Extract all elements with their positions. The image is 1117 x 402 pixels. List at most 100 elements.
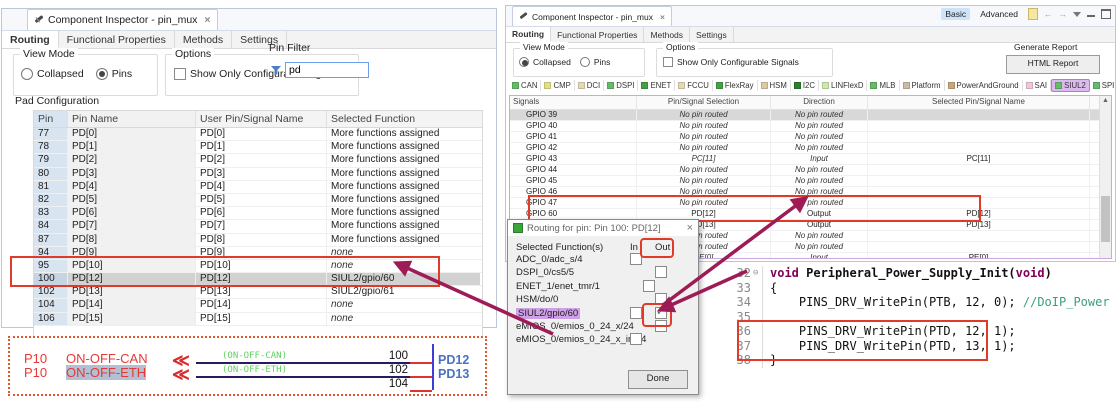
function-label[interactable]: eMIOS_0/emios_0_24_x_in/24 [516, 334, 646, 345]
tab-methods[interactable]: Methods [175, 31, 232, 48]
tab-routing[interactable]: Routing [506, 27, 551, 42]
view-menu-icon[interactable] [1073, 12, 1081, 17]
forward-arrow-icon[interactable]: → [1059, 9, 1068, 19]
table-row[interactable]: 77PD[0]PD[0]More functions assigned [34, 128, 482, 141]
table-row[interactable]: 87PD[8]PD[8]More functions assigned [34, 234, 482, 247]
minimize-icon[interactable] [1087, 12, 1095, 17]
scrollbar-thumb[interactable] [1101, 196, 1110, 242]
dialog-function-row: eMIOS_0/emios_0_24_x_in/24 [516, 334, 690, 346]
show-only-configurable-checkbox[interactable]: Show Only Configurable Signals [663, 57, 799, 67]
function-label[interactable]: ENET_1/enet_tmr/1 [516, 281, 600, 292]
column-header-pin[interactable]: Pin [34, 111, 68, 127]
code-token: PINS_DRV_WritePin(PTD, 12, 1); [770, 324, 1016, 338]
left-view-tab[interactable]: Component Inspector - pin_mux × [27, 9, 218, 30]
table-row[interactable]: 83PD[6]PD[6]More functions assigned [34, 207, 482, 220]
basic-button[interactable]: Basic [941, 8, 970, 20]
signal-tab-fccu[interactable]: FCCU [675, 80, 713, 91]
table-row[interactable]: GPIO 47No pin routedNo pin routed [510, 198, 1111, 209]
table-row[interactable]: 100PD[12]PD[12]SIUL2/gpio/60 [34, 273, 482, 286]
out-checkbox[interactable] [655, 293, 667, 305]
table-row[interactable]: 81PD[4]PD[4]More functions assigned [34, 181, 482, 194]
table-row[interactable]: 106PD[15]PD[15]none [34, 313, 482, 326]
html-report-button[interactable]: HTML Report [1006, 55, 1100, 74]
advanced-button[interactable]: Advanced [976, 8, 1022, 20]
table-row[interactable]: 82PD[5]PD[5]More functions assigned [34, 194, 482, 207]
table-row[interactable]: 84PD[7]PD[7]More functions assigned [34, 220, 482, 233]
maximize-icon[interactable] [1101, 9, 1111, 19]
fold-marker-icon[interactable]: ⊖ [753, 266, 762, 281]
table-row[interactable]: GPIO 46No pin routedNo pin routed [510, 187, 1111, 198]
collapsed-radio[interactable]: Collapsed [21, 68, 84, 80]
table-row[interactable]: 104PD[14]PD[14]none [34, 299, 482, 312]
table-row[interactable]: GPIO 44No pin routedNo pin routed [510, 165, 1111, 176]
column-header-pin-name[interactable]: Pin Name [68, 111, 196, 127]
column-header-user-pin-signal-name[interactable]: User Pin/Signal Name [196, 111, 327, 127]
in-checkbox[interactable] [630, 253, 642, 265]
function-label[interactable]: HSM/do/0 [516, 294, 558, 305]
signal-tab-linflexd[interactable]: LINFlexD [819, 80, 868, 91]
vertical-scrollbar[interactable]: ▲ [1099, 96, 1111, 258]
column-header-signals[interactable]: Signals [510, 96, 637, 109]
signal-tab-sai[interactable]: SAI [1023, 80, 1052, 91]
table-row[interactable]: 79PD[2]PD[2]More functions assigned [34, 154, 482, 167]
in-checkbox[interactable] [630, 333, 642, 345]
signal-tab-dci[interactable]: DCI [575, 80, 604, 91]
tab-functional-properties[interactable]: Functional Properties [551, 27, 644, 42]
tab-settings[interactable]: Settings [690, 27, 734, 42]
table-row[interactable]: GPIO 42No pin routedNo pin routed [510, 143, 1111, 154]
signal-tab-can[interactable]: CAN [509, 80, 541, 91]
signal-tab-flexray[interactable]: FlexRay [713, 80, 758, 91]
out-checkbox[interactable] [655, 320, 667, 332]
dialog-titlebar[interactable]: Routing for pin: Pin 100: PD[12] × [508, 220, 698, 236]
pins-radio[interactable]: Pins [580, 57, 611, 67]
function-label[interactable]: DSPI_0/cs5/5 [516, 267, 574, 278]
tab-functional-properties[interactable]: Functional Properties [59, 31, 175, 48]
signal-tab-spi[interactable]: SPI [1090, 80, 1117, 91]
tab-routing[interactable]: Routing [2, 31, 59, 48]
close-icon[interactable]: × [687, 222, 693, 234]
tab-methods[interactable]: Methods [644, 27, 690, 42]
back-arrow-icon[interactable]: ← [1044, 9, 1053, 19]
signal-tab-hsm[interactable]: HSM [758, 80, 791, 91]
table-row[interactable]: 102PD[13]PD[13]SIUL2/gpio/61 [34, 286, 482, 299]
signal-tab-i2c[interactable]: I2C [791, 80, 819, 91]
column-header-selected-pin-signal-name[interactable]: Selected Pin/Signal Name [868, 96, 1090, 109]
close-icon[interactable]: × [204, 14, 210, 26]
in-checkbox[interactable] [630, 307, 642, 319]
signal-tab-enet[interactable]: ENET [638, 80, 675, 91]
scroll-up-arrow[interactable]: ▲ [1100, 96, 1111, 106]
signal-tab-platform[interactable]: Platform [900, 80, 945, 91]
pin-filter-input[interactable] [285, 62, 369, 78]
out-checkbox[interactable] [655, 266, 667, 278]
signal-tab-mlb[interactable]: MLB [867, 80, 899, 91]
signal-tab-dspi[interactable]: DSPI [604, 80, 638, 91]
table-row[interactable]: 80PD[3]PD[3]More functions assigned [34, 168, 482, 181]
column-header-pin-signal-selection[interactable]: Pin/Signal Selection [637, 96, 771, 109]
table-row[interactable]: 94PD[9]PD[9]none [34, 247, 482, 260]
table-row[interactable]: GPIO 45No pin routedNo pin routed [510, 176, 1111, 187]
close-icon[interactable]: × [660, 12, 665, 22]
column-header-selected-function[interactable]: Selected Function [327, 111, 480, 127]
out-checkbox[interactable] [655, 307, 667, 319]
done-button[interactable]: Done [628, 370, 688, 389]
function-label[interactable]: SIUL2/gpio/60 [516, 308, 580, 319]
table-row[interactable]: 95PD[10]PD[10]none [34, 260, 482, 273]
pin-name-cell: PD[0] [68, 128, 196, 140]
signal-tab-powerandground[interactable]: PowerAndGround [945, 80, 1023, 91]
function-label[interactable]: eMIOS_0/emios_0_24_x/24 [516, 321, 634, 332]
collapsed-radio[interactable]: Collapsed [519, 57, 571, 67]
table-row[interactable]: GPIO 39No pin routedNo pin routed [510, 110, 1111, 121]
signal-tab-cmp[interactable]: CMP [541, 80, 574, 91]
table-row[interactable]: GPIO 41No pin routedNo pin routed [510, 132, 1111, 143]
function-label[interactable]: ADC_0/adc_s/4 [516, 254, 583, 265]
pins-radio[interactable]: Pins [96, 68, 132, 80]
signal-tab-siul2[interactable]: SIUL2 [1051, 79, 1090, 92]
note-icon[interactable] [1028, 8, 1038, 20]
table-row[interactable]: 78PD[1]PD[1]More functions assigned [34, 141, 482, 154]
column-header-direction[interactable]: Direction [771, 96, 868, 109]
out-checkbox[interactable] [643, 280, 655, 292]
right-view-tab[interactable]: Component Inspector - pin_mux × [512, 6, 672, 26]
table-row[interactable]: GPIO 40No pin routedNo pin routed [510, 121, 1111, 132]
pin-name-cell: PD[7] [68, 220, 196, 232]
table-row[interactable]: GPIO 43PC[11]InputPC[11] [510, 154, 1111, 165]
